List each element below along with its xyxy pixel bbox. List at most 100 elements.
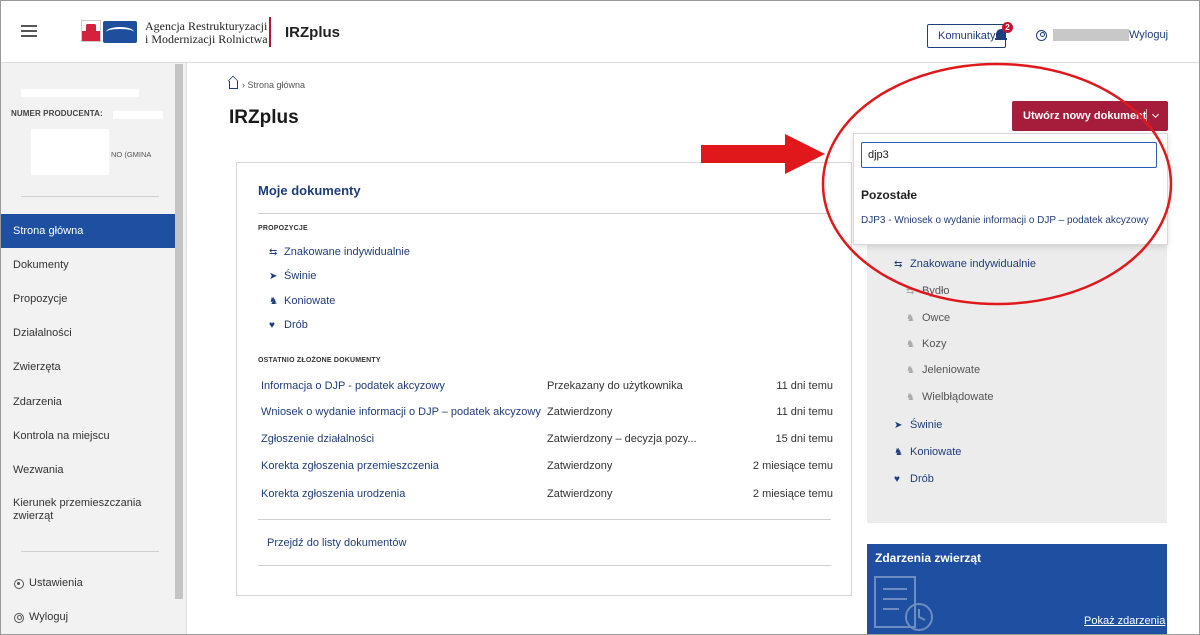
camel-icon: ♞ <box>906 392 915 403</box>
deer-icon: ♞ <box>906 365 915 376</box>
my-documents-card <box>236 162 852 596</box>
document-time: 11 dni temu <box>776 380 833 392</box>
user-icon <box>1036 30 1047 41</box>
home-icon[interactable] <box>229 81 238 89</box>
tree-item-label: Drób <box>910 473 934 485</box>
pig-icon: ➤ <box>894 420 903 431</box>
tree-item[interactable]: ♞ Owce <box>906 312 950 324</box>
proposal-label: Świnie <box>284 270 317 282</box>
cattle-icon: ⇆ <box>269 247 278 258</box>
sheep-icon: ♞ <box>906 313 915 324</box>
breadcrumb: › Strona główna <box>229 80 305 90</box>
document-name-link[interactable]: Wniosek o wydanie informacji o DJP – pod… <box>261 406 541 418</box>
redacted-username <box>1053 29 1129 41</box>
document-status: Przekazany do użytkownika <box>547 380 683 392</box>
red-arrow-annotation <box>701 134 825 174</box>
table-row: Korekta zgłoszenia przemieszczenia Zatwi… <box>261 460 833 476</box>
tree-item-label: Wielbłądowate <box>922 391 994 403</box>
table-row: Wniosek o wydanie informacji o DJP – pod… <box>261 406 833 422</box>
proposal-label: Koniowate <box>284 295 336 307</box>
redacted-producer-number <box>113 111 163 119</box>
app-window: Agencja Restrukturyzacji i Modernizacji … <box>0 0 1200 635</box>
tree-item[interactable]: ♞ Koniowate <box>894 446 961 458</box>
sidebar-scrollbar[interactable] <box>175 64 183 599</box>
armir-logo-icon <box>103 21 137 43</box>
sidebar-item-zdarzenia[interactable]: Zdarzenia <box>1 385 175 419</box>
document-name-link[interactable]: Korekta zgłoszenia przemieszczenia <box>261 460 439 472</box>
tree-item[interactable]: ♥ Drób <box>894 473 934 485</box>
menu-icon[interactable] <box>21 25 37 37</box>
sidebar-item-propozycje[interactable]: Propozycje <box>1 282 175 316</box>
tree-item-label: Jeleniowate <box>922 364 981 376</box>
page-title: IRZplus <box>229 107 299 128</box>
card-divider <box>258 213 831 214</box>
settings-link[interactable]: Ustawienia <box>29 577 83 589</box>
sidebar-item-dokumenty[interactable]: Dokumenty <box>1 248 175 282</box>
recent-documents-heading: OSTATNIO ZŁOŻONE DOKUMENTY <box>258 357 381 364</box>
header-divider <box>269 17 271 47</box>
proposal-link[interactable]: ➤ Świnie <box>269 270 316 282</box>
document-time: 2 miesiące temu <box>752 488 833 500</box>
user-icon <box>14 613 24 623</box>
goat-icon: ♞ <box>906 339 915 350</box>
gear-icon <box>14 579 24 589</box>
tree-item[interactable]: ♞ Jeleniowate <box>906 364 980 376</box>
sidebar-item-dzialalnosci[interactable]: Działalności <box>1 316 175 350</box>
redacted-address <box>31 129 109 175</box>
tree-item[interactable]: ➤ Świnie <box>894 419 942 431</box>
tree-item-label: Kozy <box>922 338 947 350</box>
table-row: Informacja o DJP - podatek akcyzowy Prze… <box>261 380 833 396</box>
sidebar-item-zwierzeta[interactable]: Zwierzęta <box>1 350 175 384</box>
poultry-icon: ♥ <box>894 474 900 485</box>
horse-icon: ♞ <box>269 296 278 307</box>
document-name-link[interactable]: Informacja o DJP - podatek akcyzowy <box>261 380 445 392</box>
my-documents-title: Moje dokumenty <box>258 183 361 198</box>
document-status: Zatwierdzony <box>547 488 613 500</box>
tree-item-label: Owce <box>922 312 951 324</box>
checklist-clock-icon <box>874 576 933 631</box>
proposal-label: Znakowane indywidualnie <box>284 246 410 258</box>
document-name-link[interactable]: Korekta zgłoszenia urodzenia <box>261 488 405 500</box>
proposals-heading: PROPOZYCJE <box>258 225 308 232</box>
sidebar-item-kierunek[interactable]: Kierunek przemieszczania zwierząt <box>1 491 161 531</box>
producer-number-label: NUMER PRODUCENTA: <box>11 109 103 118</box>
breadcrumb-current: Strona główna <box>247 80 306 90</box>
tree-item[interactable]: ♞ Kozy <box>906 338 946 350</box>
app-name[interactable]: IRZplus <box>285 24 340 41</box>
document-status: Zatwierdzony – decyzja pozy... <box>547 433 697 445</box>
sidebar-item-kontrola[interactable]: Kontrola na miejscu <box>1 419 175 453</box>
tree-item[interactable]: ♞ Wielbłądowate <box>906 391 994 403</box>
address-fragment: NO (GMINA <box>111 150 152 159</box>
animal-events-title: Zdarzenia zwierząt <box>875 551 982 565</box>
tree-item-label: Koniowate <box>910 446 962 458</box>
document-time: 15 dni temu <box>775 433 833 445</box>
sidebar-divider <box>21 551 159 552</box>
sidebar-item-wezwania[interactable]: Wezwania <box>1 453 175 487</box>
poland-emblem-icon <box>81 20 101 42</box>
proposal-link[interactable]: ♞ Koniowate <box>269 295 335 307</box>
all-documents-link[interactable]: Przejdź do listy dokumentów <box>267 537 406 549</box>
proposal-link[interactable]: ♥ Drób <box>269 319 308 331</box>
card-divider <box>258 519 831 520</box>
document-time: 11 dni temu <box>776 406 833 418</box>
redacted-producer-name <box>21 89 139 97</box>
horse-icon: ♞ <box>894 447 903 458</box>
proposal-label: Drób <box>284 319 308 331</box>
agency-name: Agencja Restrukturyzacji i Modernizacji … <box>145 20 275 46</box>
document-status: Zatwierdzony <box>547 406 613 418</box>
poultry-icon: ♥ <box>269 320 275 331</box>
table-row: Zgłoszenie działalności Zatwierdzony – d… <box>261 433 833 449</box>
red-ellipse-annotation <box>821 62 1173 306</box>
sidebar-item-strona-glowna[interactable]: Strona główna <box>1 214 175 248</box>
logout-link[interactable]: Wyloguj <box>1129 29 1168 41</box>
proposal-link[interactable]: ⇆ Znakowane indywidualnie <box>269 246 410 258</box>
top-header: Agencja Restrukturyzacji i Modernizacji … <box>1 1 1199 63</box>
table-row: Korekta zgłoszenia urodzenia Zatwierdzon… <box>261 488 833 504</box>
show-events-link[interactable]: Pokaż zdarzenia <box>1084 615 1165 627</box>
document-status: Zatwierdzony <box>547 460 613 472</box>
sidebar-logout-link[interactable]: Wyloguj <box>29 611 68 623</box>
document-time: 2 miesiące temu <box>752 460 833 472</box>
document-name-link[interactable]: Zgłoszenie działalności <box>261 433 374 445</box>
agency-name-line2: i Modernizacji Rolnictwa <box>145 32 268 46</box>
tree-item-label: Świnie <box>910 419 943 431</box>
